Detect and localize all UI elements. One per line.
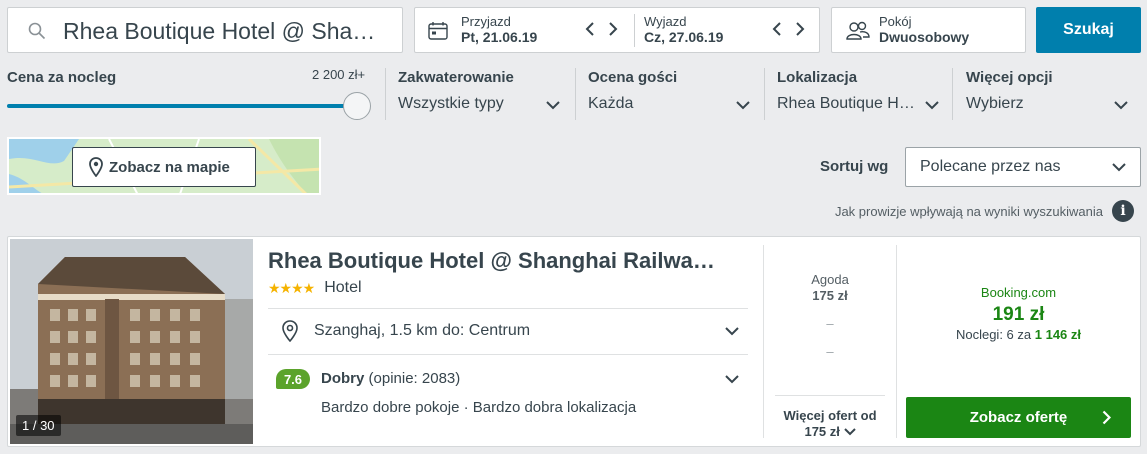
chevron-down-icon <box>725 375 739 384</box>
divider <box>775 395 885 396</box>
checkout-label: Wyjazd <box>644 14 687 29</box>
show-map-button[interactable]: Zobacz na mapie <box>72 147 256 187</box>
chevron-down-icon <box>725 327 739 336</box>
rating-filter[interactable]: Ocena gości Każda <box>588 69 754 113</box>
filter-divider <box>764 68 765 120</box>
checkin-value: Pt, 21.06.19 <box>461 29 538 45</box>
price-filter: Cena za nocleg <box>7 69 116 86</box>
location-filter[interactable]: Lokalizacja Rhea Boutique H… <box>777 69 943 113</box>
best-offer-total: Noclegi: 6 za 1 146 zł <box>906 327 1131 342</box>
chevron-down-icon <box>1112 163 1126 172</box>
best-offer-price: 191 zł <box>992 304 1045 325</box>
map-pin-icon <box>89 157 103 177</box>
hotel-location: Szanghaj, 1.5 km do: Centrum <box>314 322 531 339</box>
checkout-next-icon[interactable] <box>795 21 805 42</box>
checkout-field[interactable]: Wyjazd Cz, 27.06.19 <box>644 14 723 45</box>
hotel-name[interactable]: Rhea Boutique Hotel @ Shanghai Railwa… <box>268 248 748 274</box>
accommodation-value: Wszystkie typy <box>398 95 504 112</box>
more-offers-label: Więcej ofert od <box>783 408 877 423</box>
best-offer-provider: Booking.com <box>980 285 1057 300</box>
empty-offer-slot: – <box>826 316 834 331</box>
sort-select[interactable]: Polecane przez nas <box>905 147 1141 187</box>
sort-value: Polecane przez nas <box>920 158 1061 175</box>
chevron-down-icon <box>843 428 856 436</box>
nights-label: Noclegi: 6 za <box>955 327 1032 342</box>
price-filter-label: Cena za nocleg <box>7 69 117 86</box>
checkin-prev-icon[interactable] <box>585 21 595 42</box>
info-icon[interactable]: i <box>1112 200 1134 222</box>
location-row[interactable]: Szanghaj, 1.5 km do: Centrum <box>268 309 748 354</box>
price-max: 2 200 zł+ <box>312 67 366 82</box>
room-value: Dwuosobowy <box>879 29 970 45</box>
checkout-value: Cz, 27.06.19 <box>644 29 724 45</box>
location-value: Rhea Boutique H… <box>777 95 915 112</box>
room-selector[interactable]: Pokój Dwuosobowy <box>831 7 1026 53</box>
search-input[interactable]: Rhea Boutique Hotel @ Sha… <box>7 7 403 53</box>
hotel-category: ★★★★ Hotel <box>268 279 362 297</box>
rating-label: Ocena gości <box>588 69 678 86</box>
view-offer-label: Zobacz ofertę <box>969 409 1068 426</box>
rating-value: Każda <box>588 95 634 112</box>
total-price: 1 146 zł <box>1034 327 1082 342</box>
empty-offer-slot: – <box>826 344 834 359</box>
date-picker[interactable]: Przyjazd Pt, 21.06.19 Wyjazd Cz, 27.06.1… <box>414 7 820 53</box>
rating-badge: 7.6 <box>276 369 310 389</box>
column-divider <box>896 245 897 438</box>
calendar-icon <box>428 22 448 40</box>
chevron-down-icon <box>546 101 560 110</box>
hotel-type: Hotel <box>324 279 362 296</box>
rating-word: Dobry <box>321 370 365 387</box>
guests-icon <box>846 21 870 40</box>
commission-note[interactable]: Jak prowizje wpływają na wyniki wyszukiw… <box>760 204 1103 219</box>
date-divider <box>634 14 635 47</box>
chevron-down-icon <box>1114 101 1128 110</box>
filter-divider <box>952 68 953 120</box>
more-offers-button[interactable]: Więcej ofert od 175 zł <box>770 408 890 439</box>
accommodation-filter[interactable]: Zakwaterowanie Wszystkie typy <box>398 69 564 113</box>
search-icon <box>28 22 46 40</box>
chevron-down-icon <box>736 101 750 110</box>
other-offer-provider: Agoda <box>811 272 849 287</box>
filter-divider <box>575 68 576 120</box>
photo-counter: 1 / 30 <box>16 415 61 436</box>
checkin-label: Przyjazd <box>461 14 511 29</box>
star-rating-icon: ★★★★ <box>268 279 315 296</box>
filter-divider <box>385 68 386 120</box>
view-offer-button[interactable]: Zobacz ofertę <box>906 397 1131 438</box>
rating-summary: Dobry (opinie: 2083) <box>321 370 460 387</box>
best-offer[interactable]: Booking.com 191 zł Noclegi: 6 za 1 146 z… <box>906 285 1131 342</box>
hotel-photo[interactable]: 1 / 30 <box>10 239 253 444</box>
checkout-prev-icon[interactable] <box>772 21 782 42</box>
price-slider-track <box>7 104 357 108</box>
room-label: Pokój <box>879 14 912 29</box>
more-options-filter[interactable]: Więcej opcji Wybierz <box>966 69 1132 113</box>
price-slider-handle[interactable] <box>343 92 371 120</box>
sort-label: Sortuj wg <box>820 158 889 175</box>
chevron-right-icon <box>1102 410 1111 425</box>
more-offers-price: 175 zł <box>804 424 840 439</box>
show-map-label: Zobacz na mapie <box>109 158 230 176</box>
other-offer[interactable]: Agoda 175 zł <box>770 272 890 303</box>
accommodation-label: Zakwaterowanie <box>398 69 514 86</box>
rating-highlights: Bardzo dobre pokoje · Bardzo dobra lokal… <box>321 399 637 416</box>
checkin-field[interactable]: Przyjazd Pt, 21.06.19 <box>461 14 537 45</box>
checkin-next-icon[interactable] <box>608 21 618 42</box>
location-pin-icon <box>282 320 298 342</box>
search-value: Rhea Boutique Hotel @ Sha… <box>63 18 376 44</box>
column-divider <box>763 245 764 438</box>
hotel-building-image <box>10 239 253 444</box>
rating-row[interactable]: 7.6 Dobry (opinie: 2083) Bardzo dobre po… <box>268 355 748 425</box>
chevron-down-icon <box>925 101 939 110</box>
more-options-value: Wybierz <box>966 95 1024 112</box>
other-offer-price: 175 zł <box>812 288 848 303</box>
search-button[interactable]: Szukaj <box>1036 7 1141 53</box>
more-options-label: Więcej opcji <box>966 69 1053 86</box>
rating-count: (opinie: 2083) <box>368 370 461 387</box>
location-label: Lokalizacja <box>777 69 858 86</box>
